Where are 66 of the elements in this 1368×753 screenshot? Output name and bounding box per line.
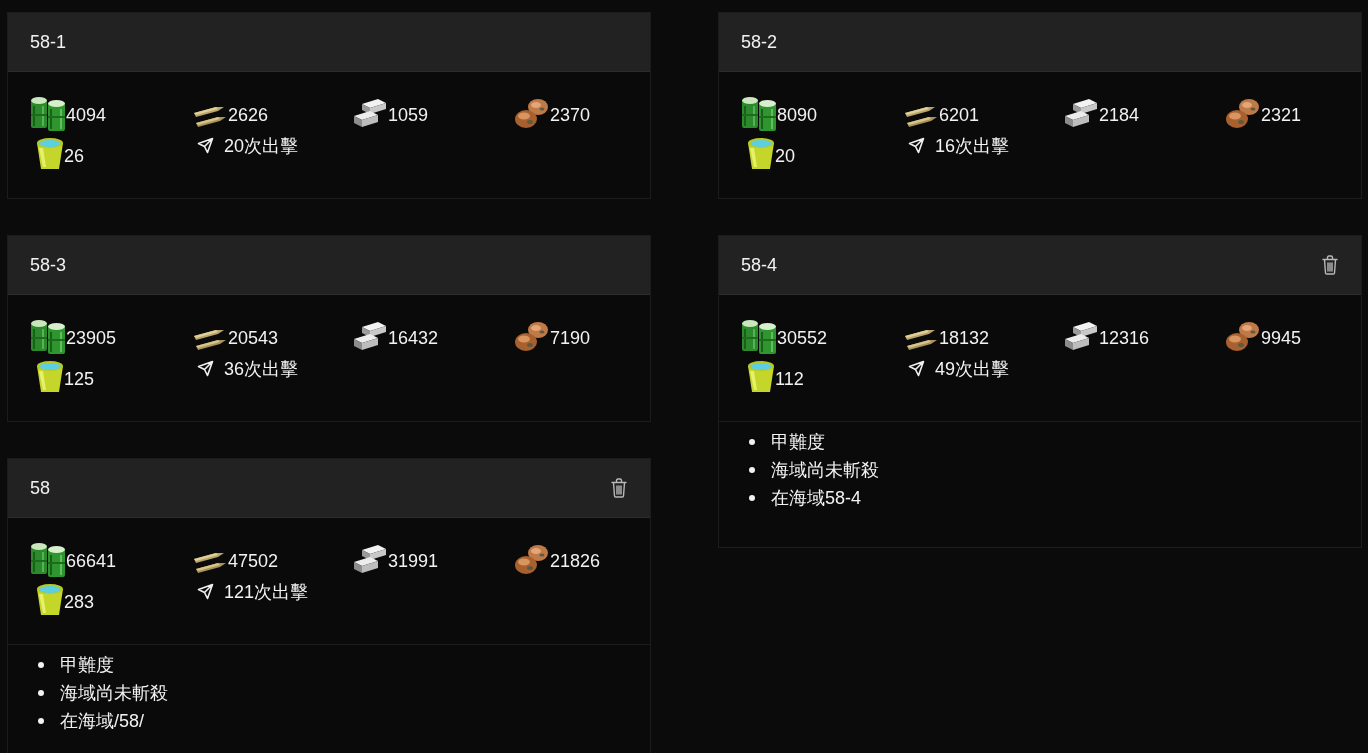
resource-amount: 66641 <box>66 550 117 572</box>
bullet-icon <box>38 690 44 696</box>
bucket-icon <box>747 359 775 393</box>
paper-plane-icon <box>908 137 925 154</box>
resource-amount: 2626 <box>228 104 269 126</box>
bucket-icon <box>36 582 64 616</box>
bullet-icon <box>38 718 44 724</box>
note-text: 海域尚未斬殺 <box>771 459 879 482</box>
fuel-drums-icon <box>30 542 66 578</box>
resource-amount: 6201 <box>939 104 980 126</box>
sortie-count: 36次出擊 <box>224 358 299 380</box>
resource-amount: 9945 <box>1261 327 1302 349</box>
resource-amount: 16432 <box>388 327 439 349</box>
trash-icon <box>1322 255 1338 275</box>
fuel-drums-icon <box>30 319 66 355</box>
resource-amount: 26 <box>64 145 85 167</box>
sortie-count: 121次出擊 <box>224 581 309 603</box>
sortie-count: 20次出擊 <box>224 135 299 157</box>
resource-amount: 18132 <box>939 327 990 349</box>
fuel-drums-icon <box>741 96 777 132</box>
resource-amount: 2184 <box>1099 104 1140 126</box>
resource-amount: 2370 <box>550 104 591 126</box>
fuel-drums-icon <box>741 319 777 355</box>
card-title: 58-3 <box>30 254 67 276</box>
resource-amount: 47502 <box>228 550 279 572</box>
resource-amount: 2321 <box>1261 104 1302 126</box>
sortie-count: 16次出擊 <box>935 135 1010 157</box>
resource-amount: 21826 <box>550 550 601 572</box>
card-title: 58-2 <box>741 31 778 53</box>
resource-amount: 7190 <box>550 327 591 349</box>
bucket-icon <box>36 136 64 170</box>
note-text: 甲難度 <box>771 431 825 454</box>
paper-plane-icon <box>197 360 214 377</box>
bullet-icon <box>38 662 44 668</box>
note-text: 在海域/58/ <box>60 710 145 733</box>
bucket-icon <box>747 136 775 170</box>
note-text: 在海域58-4 <box>771 487 862 510</box>
paper-plane-icon <box>908 360 925 377</box>
resource-amount: 1059 <box>388 104 429 126</box>
paper-plane-icon <box>197 137 214 154</box>
paper-plane-icon <box>197 583 214 600</box>
resource-amount: 20 <box>775 145 796 167</box>
note-text: 甲難度 <box>60 654 114 677</box>
resource-amount: 4094 <box>66 104 107 126</box>
resource-amount: 112 <box>775 368 804 390</box>
sortie-count: 49次出擊 <box>935 358 1010 380</box>
resource-amount: 8090 <box>777 104 818 126</box>
delete-button[interactable] <box>611 478 627 498</box>
resource-amount: 12316 <box>1099 327 1150 349</box>
note-text: 海域尚未斬殺 <box>60 682 168 705</box>
resource-amount: 125 <box>64 368 95 390</box>
bullet-icon <box>749 495 755 501</box>
fuel-drums-icon <box>30 96 66 132</box>
card-title: 58-1 <box>30 31 67 53</box>
resource-amount: 283 <box>64 591 95 613</box>
resource-amount: 20543 <box>228 327 279 349</box>
resource-amount: 31991 <box>388 550 439 572</box>
resource-amount: 23905 <box>66 327 117 349</box>
bucket-icon <box>36 359 64 393</box>
bullet-icon <box>749 467 755 473</box>
card-title: 58 <box>30 477 51 499</box>
resource-amount: 30552 <box>777 327 828 349</box>
card-title: 58-4 <box>741 254 778 276</box>
bullet-icon <box>749 439 755 445</box>
delete-button[interactable] <box>1322 255 1338 275</box>
trash-icon <box>611 478 627 498</box>
